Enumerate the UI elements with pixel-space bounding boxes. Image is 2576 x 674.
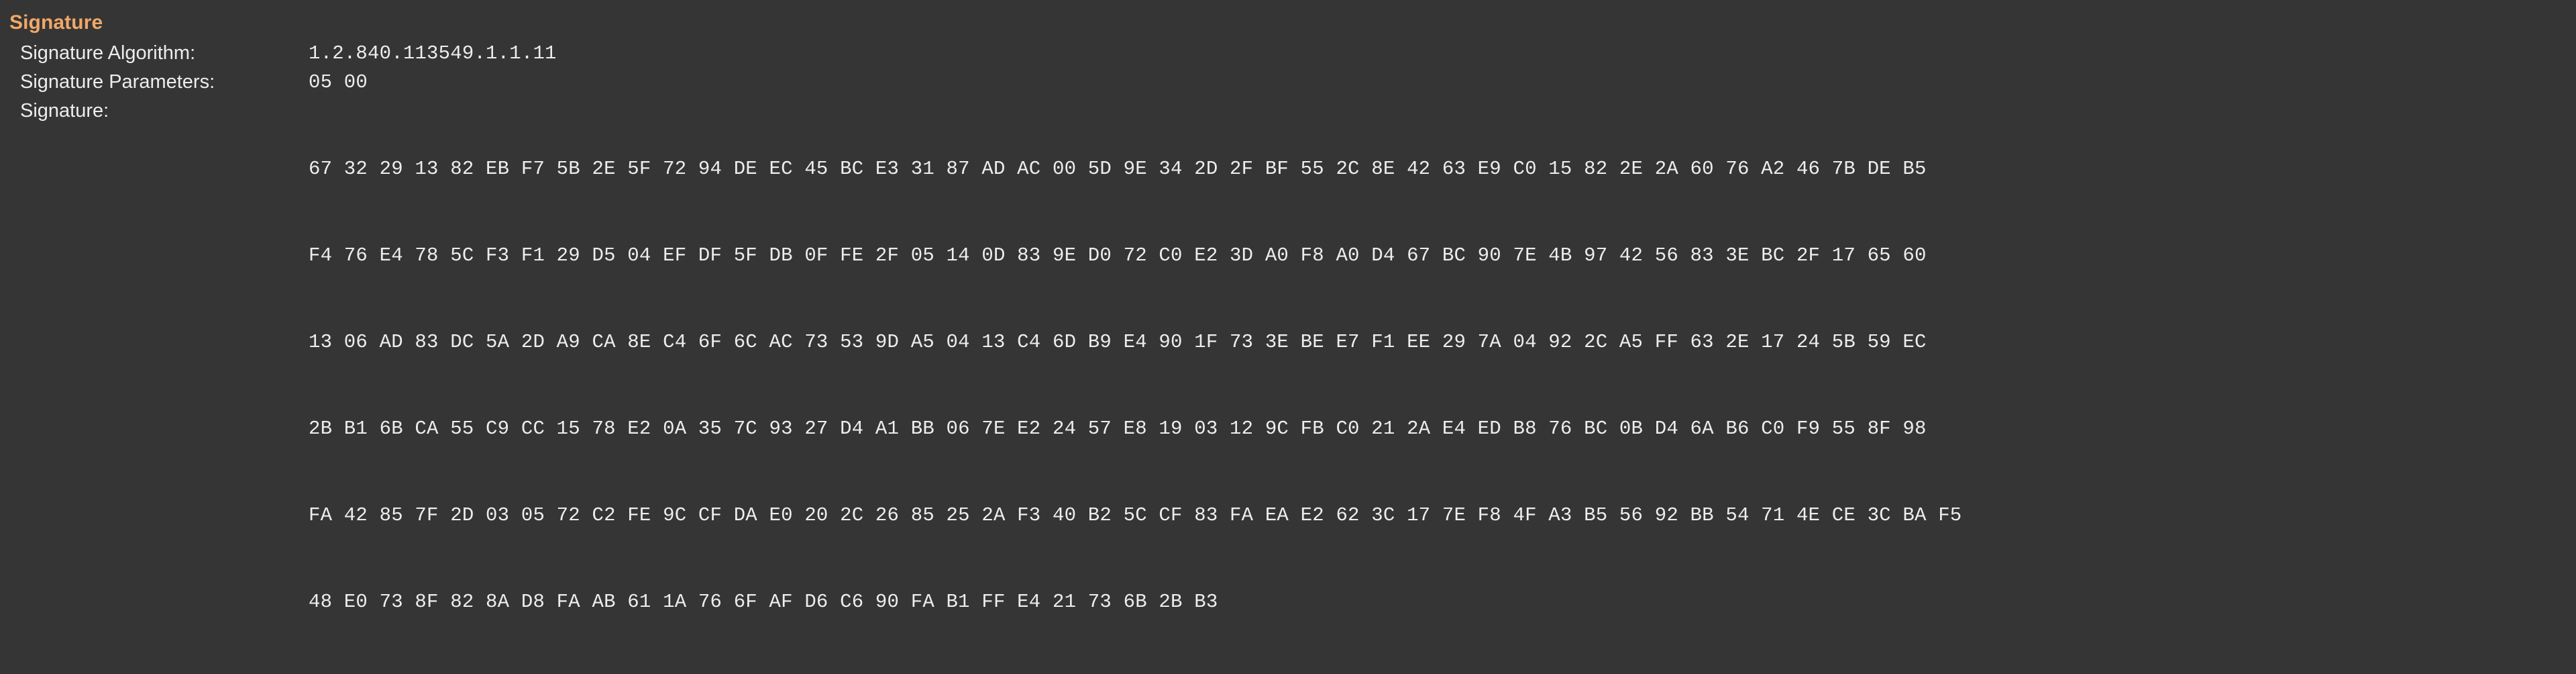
field-row-signature-algorithm: Signature Algorithm: 1.2.840.113549.1.1.… bbox=[20, 39, 2576, 68]
hex-line: 48 E0 73 8F 82 8A D8 FA AB 61 1A 76 6F A… bbox=[309, 591, 1218, 613]
field-row-signature: Signature: 67 32 29 13 82 EB F7 5B 2E 5F… bbox=[20, 97, 2576, 674]
hex-line: 67 32 29 13 82 EB F7 5B 2E 5F 72 94 DE E… bbox=[309, 158, 1927, 180]
field-value-signature-algorithm[interactable]: 1.2.840.113549.1.1.11 bbox=[309, 39, 557, 68]
section-heading-signature: Signature bbox=[9, 11, 103, 34]
field-label-signature-parameters: Signature Parameters: bbox=[20, 71, 215, 93]
field-label-signature: Signature: bbox=[20, 100, 109, 122]
hex-line: FA 42 85 7F 2D 03 05 72 C2 FE 9C CF DA E… bbox=[309, 504, 1962, 526]
hex-line: F4 76 E4 78 5C F3 F1 29 D5 04 EF DF 5F D… bbox=[309, 244, 1927, 267]
field-row-signature-parameters: Signature Parameters: 05 00 bbox=[20, 68, 2576, 97]
signature-hex-dump[interactable]: 67 32 29 13 82 EB F7 5B 2E 5F 72 94 DE E… bbox=[309, 97, 1962, 674]
signature-details-panel: Signature Signature Algorithm: 1.2.840.1… bbox=[0, 0, 2576, 613]
signature-field-list: Signature Algorithm: 1.2.840.113549.1.1.… bbox=[0, 36, 2576, 674]
field-value-signature-parameters[interactable]: 05 00 bbox=[309, 68, 368, 97]
hex-line: 2B B1 6B CA 55 C9 CC 15 78 E2 0A 35 7C 9… bbox=[309, 418, 1927, 440]
hex-line: 13 06 AD 83 DC 5A 2D A9 CA 8E C4 6F 6C A… bbox=[309, 331, 1927, 353]
field-label-signature-algorithm: Signature Algorithm: bbox=[20, 42, 196, 64]
